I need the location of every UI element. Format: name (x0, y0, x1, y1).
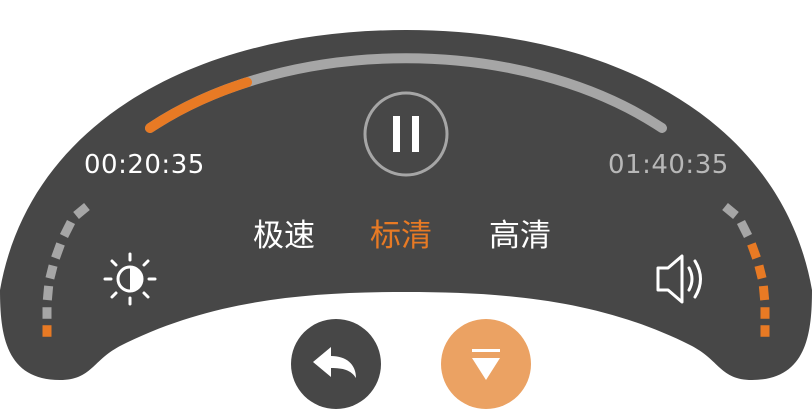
volume-level-segment (747, 242, 761, 260)
collapse-button[interactable] (441, 319, 531, 409)
volume-level-segment (736, 219, 753, 239)
quality-option-high[interactable]: 高清 (489, 216, 551, 256)
volume-level-segment (758, 285, 770, 301)
elapsed-time: 00:20:35 (84, 150, 205, 180)
brightness-level-segment (42, 285, 54, 301)
pause-button[interactable] (363, 91, 449, 177)
panel-background (0, 30, 812, 380)
quality-option-standard[interactable]: 标清 (370, 216, 432, 256)
back-button[interactable] (291, 319, 381, 409)
total-duration: 01:40:35 (608, 150, 729, 180)
volume-level-segment (754, 264, 767, 280)
brightness-level-segment (51, 242, 65, 260)
brightness-level-segment (45, 264, 58, 280)
brightness-level-segment (59, 219, 76, 239)
panel-graphics (0, 30, 812, 409)
quality-option-fast[interactable]: 极速 (253, 216, 315, 256)
sun-icon[interactable] (103, 252, 157, 306)
player-control-panel: 00:20:35 01:40:35 极速 标清 高清 (0, 0, 812, 409)
